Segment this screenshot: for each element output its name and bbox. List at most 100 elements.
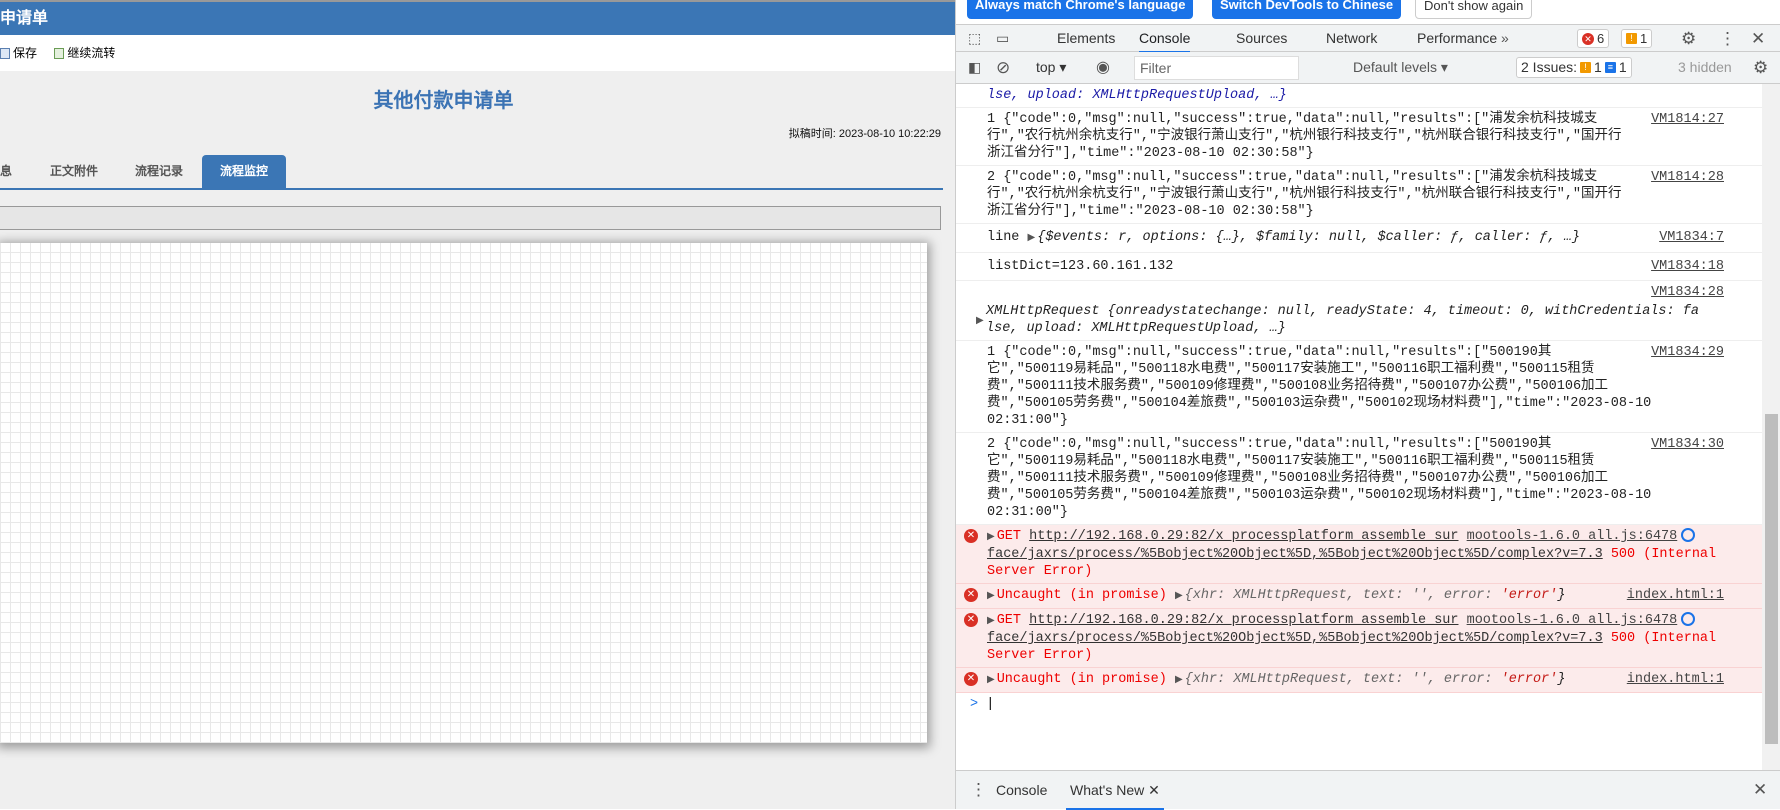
- source-link[interactable]: VM1834:18: [1651, 258, 1724, 275]
- console-message: listDict=123.60.161.132 VM1834:18: [956, 253, 1763, 281]
- console-message[interactable]: lse, upload: XMLHttpRequestUpload, …}: [956, 84, 1763, 108]
- drawer-tab-console[interactable]: Console: [996, 771, 1047, 809]
- tab-flow-monitor[interactable]: 流程监控: [202, 155, 286, 188]
- dont-show-again-button[interactable]: Don't show again: [1415, 0, 1533, 19]
- info-icon: ≡: [1604, 62, 1616, 73]
- drawer-menu-icon[interactable]: ⋮: [970, 771, 987, 809]
- continue-flow-button[interactable]: 继续流转: [54, 35, 115, 71]
- console-error-uncaught[interactable]: ✕ ▶ Uncaught (in promise) ▶ {xhr: XMLHttpR…: [956, 668, 1763, 693]
- source-link[interactable]: VM1834:29: [1651, 344, 1724, 361]
- hidden-count: 3 hidden: [1678, 59, 1732, 75]
- console-message: 1 {"code":0,"msg":null,"success":true,"d…: [956, 108, 1763, 166]
- tab-flow-record[interactable]: 流程记录: [135, 155, 183, 188]
- settings-icon[interactable]: ⚙: [1681, 25, 1696, 52]
- devtools-panel: Always match Chrome's language Switch De…: [955, 0, 1780, 810]
- devtools-tabbar: ⬚ ▭ Elements Console Sources Network Per…: [956, 24, 1780, 53]
- source-link[interactable]: VM1834:30: [1651, 436, 1724, 453]
- log-levels-dropdown[interactable]: Default levels ▾: [1353, 52, 1448, 83]
- request-url-link[interactable]: face/jaxrs/process/%5Bobject%20Object%5D…: [987, 547, 1603, 562]
- request-url-link[interactable]: http://192.168.0.29:82/x_processplatform…: [1029, 613, 1458, 628]
- source-link[interactable]: index.html:1: [1627, 671, 1724, 688]
- error-icon: ✕: [964, 529, 978, 543]
- inspect-element-icon[interactable]: ⬚: [968, 25, 981, 52]
- live-expression-eye-icon[interactable]: ◉: [1096, 52, 1110, 83]
- close-tab-icon[interactable]: ✕: [1148, 782, 1160, 798]
- flow-icon: [54, 47, 65, 59]
- expand-triangle-icon[interactable]: ▶: [987, 532, 995, 543]
- context-select[interactable]: top ▾: [1036, 52, 1066, 83]
- console-settings-icon[interactable]: ⚙: [1753, 52, 1768, 83]
- tab-console[interactable]: Console: [1139, 25, 1191, 53]
- tab-performance[interactable]: Performance: [1417, 25, 1497, 52]
- request-url-link[interactable]: face/jaxrs/process/%5Bobject%20Object%5D…: [987, 631, 1603, 646]
- source-link[interactable]: mootools-1.6.0_all.js:6478: [1467, 613, 1678, 628]
- more-options-icon[interactable]: ⋮: [1719, 25, 1736, 52]
- console-error-network[interactable]: ✕ ▶ GET http://192.168.0.29:82/x_processp…: [956, 609, 1763, 668]
- switch-chinese-button[interactable]: Switch DevTools to Chinese: [1212, 0, 1402, 19]
- warning-count-badge[interactable]: ! 1: [1621, 29, 1653, 48]
- form-title: 其他付款申请单: [373, 90, 514, 112]
- error-count-badge[interactable]: ✕ 6: [1577, 29, 1610, 48]
- source-link[interactable]: mootools-1.6.0_all.js:6478: [1467, 529, 1678, 544]
- tab-sources[interactable]: Sources: [1236, 25, 1287, 52]
- page-toolbar: 保存 继续流转: [0, 35, 955, 71]
- form-tabs: 息 正文附件 流程记录 流程监控: [0, 155, 943, 190]
- console-error-network[interactable]: ✕ ▶ GET http://192.168.0.29:82/x_processp…: [956, 525, 1763, 584]
- expand-triangle-icon[interactable]: ▶: [1175, 591, 1183, 602]
- sidebar-toggle-icon[interactable]: ◧: [968, 52, 981, 83]
- console-message[interactable]: line ▶ {$events: r, options: {…}, $family…: [956, 224, 1763, 253]
- console-message: 1 {"code":0,"msg":null,"success":true,"d…: [956, 341, 1763, 433]
- console-messages: lse, upload: XMLHttpRequestUpload, …} 1 …: [956, 84, 1763, 770]
- expand-triangle-icon[interactable]: ▶: [1028, 233, 1036, 244]
- console-toolbar: ◧ ⊘ top ▾ ◉ Filter Default levels ▾ 2 Is…: [956, 52, 1780, 84]
- close-devtools-icon[interactable]: ✕: [1751, 25, 1765, 52]
- language-infobar: Always match Chrome's language Switch De…: [956, 0, 1780, 24]
- warning-icon: !: [1580, 62, 1592, 73]
- tab-network[interactable]: Network: [1326, 25, 1377, 52]
- console-message: 2 {"code":0,"msg":null,"success":true,"d…: [956, 433, 1763, 525]
- request-url-link[interactable]: http://192.168.0.29:82/x_processplatform…: [1029, 529, 1458, 544]
- more-tabs-icon[interactable]: »: [1501, 25, 1509, 52]
- error-icon: ✕: [1582, 32, 1594, 45]
- devtools-drawer: ⋮ Console What's New ✕ ✕: [956, 770, 1780, 810]
- prompt-chevron-icon: >: [970, 697, 979, 712]
- console-error-uncaught[interactable]: ✕ ▶ Uncaught (in promise) ▶ {xhr: XMLHttpR…: [956, 584, 1763, 609]
- tab-attachments[interactable]: 正文附件: [50, 155, 98, 188]
- issues-button[interactable]: 2 Issues:! 1 ≡ 1: [1516, 57, 1632, 78]
- network-request-icon[interactable]: [1681, 612, 1696, 627]
- console-message[interactable]: ▶ XMLHttpRequest {onreadystatechange: nu…: [956, 281, 1763, 341]
- console-input[interactable]: > |: [956, 693, 1763, 717]
- console-message: 2 {"code":0,"msg":null,"success":true,"d…: [956, 166, 1763, 224]
- source-link[interactable]: index.html:1: [1627, 587, 1724, 604]
- device-toolbar-icon[interactable]: ▭: [996, 25, 1009, 52]
- error-icon: ✕: [964, 672, 978, 686]
- error-icon: ✕: [964, 588, 978, 602]
- match-language-button[interactable]: Always match Chrome's language: [967, 0, 1194, 19]
- source-link[interactable]: VM1814:27: [1651, 111, 1724, 128]
- web-page: 申请单 保存 继续流转 其他付款申请单 拟稿时间: 2023-08-10 10:…: [0, 0, 955, 809]
- flow-canvas[interactable]: [0, 243, 927, 743]
- scrollbar-thumb[interactable]: [1765, 414, 1778, 744]
- error-icon: ✕: [964, 613, 978, 627]
- expand-triangle-icon[interactable]: ▶: [987, 591, 995, 602]
- source-link[interactable]: VM1834:7: [1659, 229, 1724, 246]
- expand-triangle-icon[interactable]: ▶: [987, 675, 995, 686]
- monitor-toolbar: [0, 206, 941, 230]
- expand-triangle-icon[interactable]: ▶: [976, 313, 984, 330]
- save-button[interactable]: 保存: [0, 35, 37, 71]
- draft-time: 拟稿时间: 2023-08-10 10:22:29: [788, 128, 941, 140]
- network-request-icon[interactable]: [1681, 528, 1696, 543]
- console-scrollbar[interactable]: [1762, 84, 1780, 770]
- tab-info[interactable]: 息: [0, 155, 12, 188]
- clear-console-icon[interactable]: ⊘: [996, 52, 1010, 83]
- expand-triangle-icon[interactable]: ▶: [1175, 675, 1183, 686]
- tab-elements[interactable]: Elements: [1057, 25, 1115, 52]
- filter-input[interactable]: Filter: [1134, 56, 1299, 80]
- close-drawer-icon[interactable]: ✕: [1753, 771, 1767, 809]
- save-icon: [0, 47, 10, 59]
- source-link[interactable]: VM1834:28: [1651, 284, 1724, 301]
- expand-triangle-icon[interactable]: ▶: [987, 616, 995, 627]
- source-link[interactable]: VM1814:28: [1651, 169, 1724, 186]
- drawer-tab-whats-new[interactable]: What's New ✕: [1066, 771, 1164, 810]
- page-header: 申请单: [0, 0, 955, 35]
